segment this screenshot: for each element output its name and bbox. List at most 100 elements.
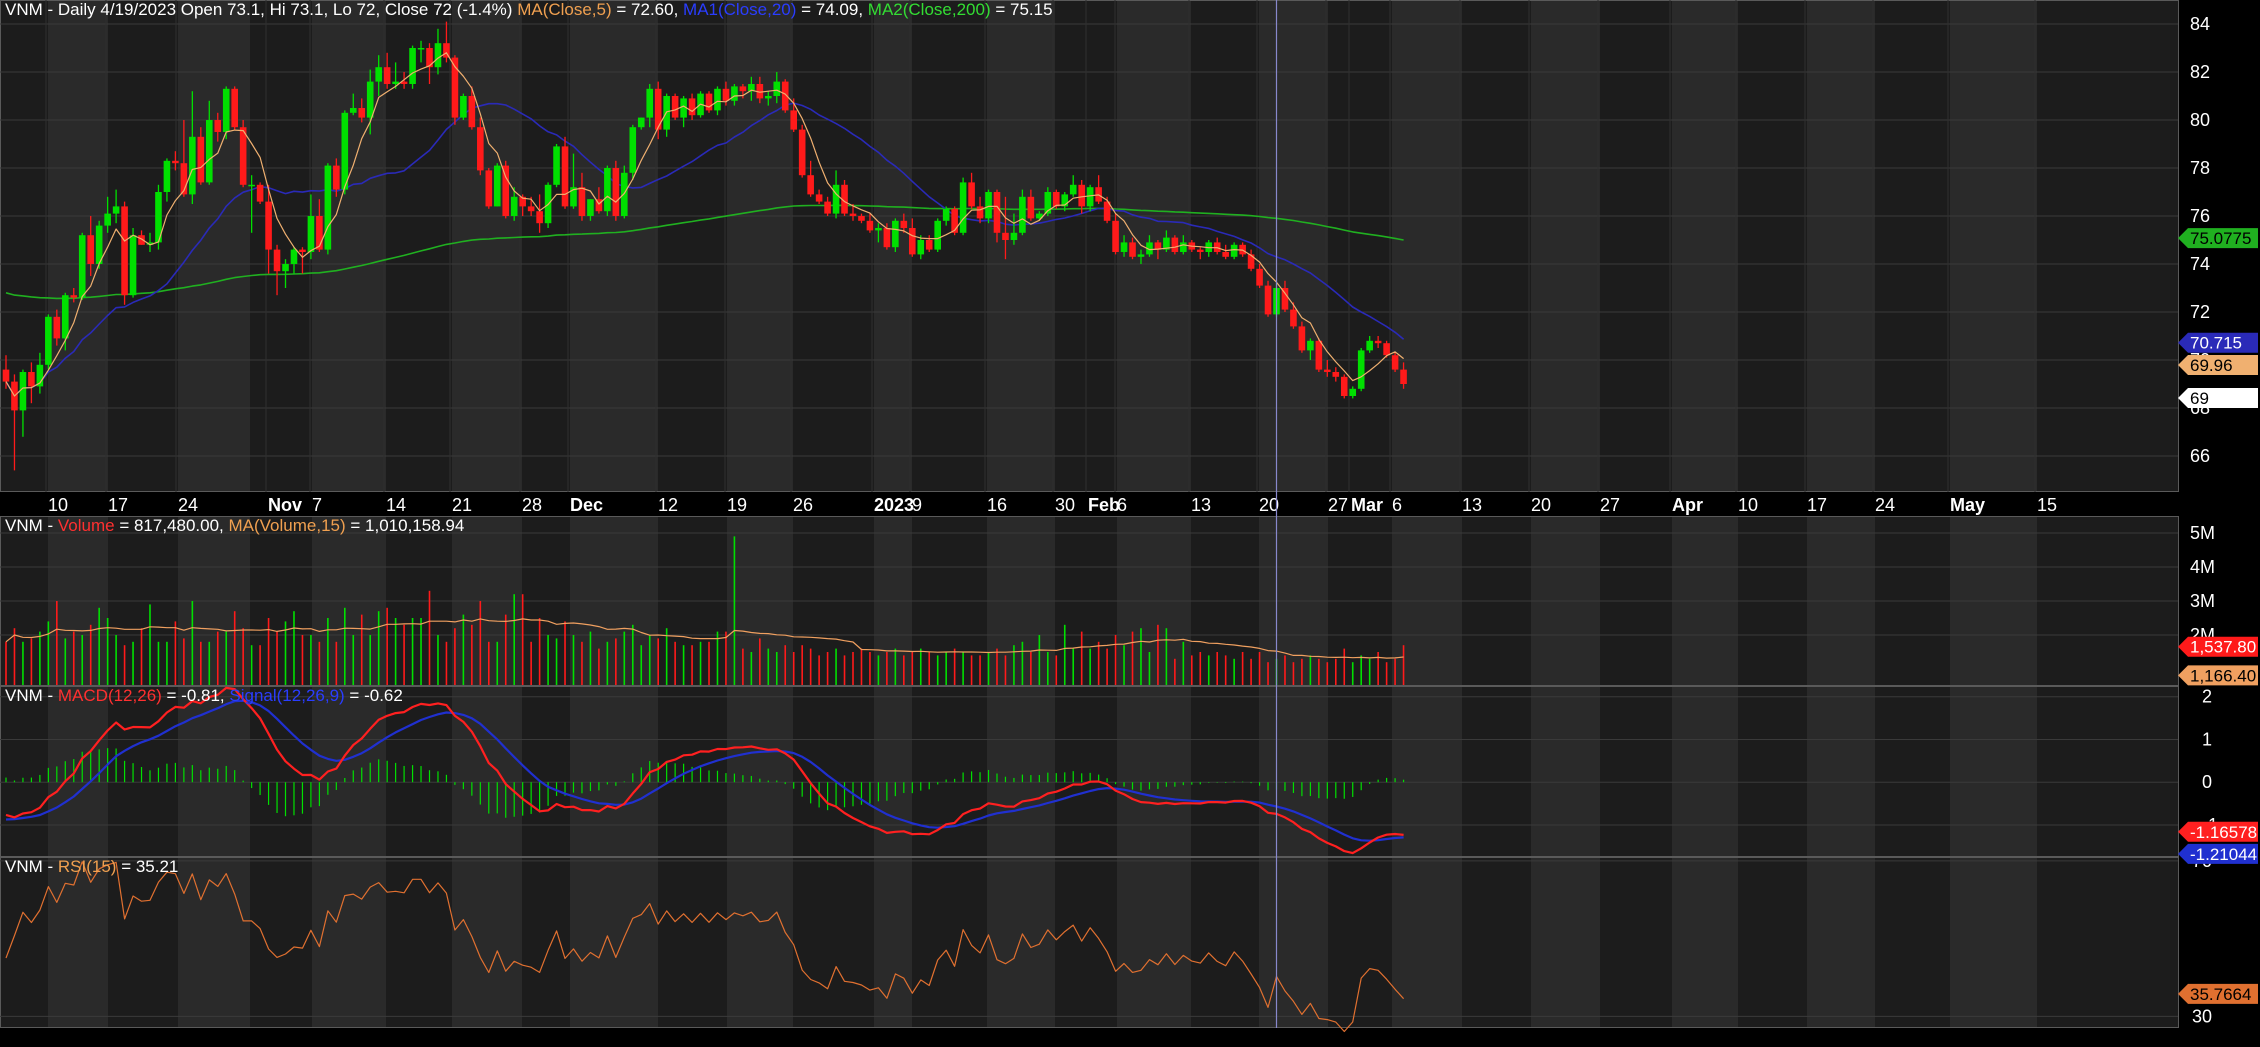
x-tick-label: Nov	[268, 495, 302, 515]
x-tick-label: Dec	[570, 495, 603, 515]
x-tick-label: Mar	[1351, 495, 1383, 515]
candle-body	[722, 88, 730, 101]
rsi-panel-band	[522, 857, 570, 1028]
candle-body	[587, 199, 594, 216]
candle-body	[993, 192, 1001, 233]
candle-body	[1383, 343, 1390, 356]
candle-body	[1264, 285, 1272, 315]
rsi-panel-band	[1807, 857, 1875, 1028]
candle-body	[858, 216, 865, 221]
candle-body	[1112, 220, 1119, 252]
candle-body	[951, 208, 958, 233]
candle-body	[53, 316, 61, 339]
signal-label: Signal(12,26,9)	[229, 686, 345, 705]
price-y-tick-label: 78	[2190, 158, 2210, 178]
candle-body	[553, 146, 560, 185]
signal-value: = -0.62	[344, 686, 403, 705]
candle-body	[290, 249, 298, 264]
price-y-tick-label: 84	[2190, 14, 2210, 34]
candle-body	[417, 48, 425, 50]
candle-body	[536, 211, 543, 224]
candle-body	[502, 165, 510, 216]
candle-body	[61, 295, 69, 339]
price-panel-band	[1738, 0, 1807, 492]
price-panel-band	[1875, 0, 1950, 492]
price-y-tick-label: 74	[2190, 254, 2210, 274]
candle-body	[231, 88, 238, 128]
x-tick-label: 20	[1531, 495, 1551, 515]
volume-value-tag: 1,537.80	[2190, 638, 2256, 657]
rsi-panel-band	[2037, 857, 2178, 1028]
candle-body	[197, 136, 205, 183]
price-panel-band	[1191, 0, 1259, 492]
candle-body	[1180, 242, 1187, 252]
candle-body	[1332, 372, 1340, 377]
candle-body	[222, 88, 230, 132]
x-tick-label: 17	[108, 495, 128, 515]
price-panel-band	[727, 0, 793, 492]
price-panel-band	[0, 0, 48, 492]
macd-value-tag: -1.16578	[2190, 823, 2257, 842]
price-panel-band	[1600, 0, 1672, 492]
candle-body	[2, 369, 10, 382]
rsi-panel-band	[312, 857, 386, 1028]
rsi-panel-band	[1672, 857, 1738, 1028]
close-value-tag: 69	[2190, 389, 2209, 408]
x-tick-label: Apr	[1672, 495, 1703, 515]
macd-y-tick-label: 2	[2202, 687, 2212, 707]
rsi-panel-band	[1875, 857, 1950, 1028]
candle-body	[1069, 184, 1077, 195]
candle-body	[172, 160, 179, 164]
rsi-label: RSI(15)	[57, 857, 117, 876]
candle-body	[1230, 244, 1238, 257]
price-panel-band	[1462, 0, 1531, 492]
signal-value-tag: -1.21044	[2190, 845, 2257, 864]
rsi-value-tag: 35.7664	[2190, 985, 2251, 1004]
candle-body	[248, 184, 255, 187]
price-panel-band	[250, 0, 312, 492]
candle-body	[1086, 187, 1094, 207]
macd-header-symbol: VNM	[5, 686, 43, 705]
ma20-value: = 74.09,	[796, 0, 868, 19]
macd-panel-header: VNM - MACD(12,26) = -0.81, Signal(12,26,…	[5, 686, 403, 706]
price-panel-header: VNM - Daily 4/19/2023 Open 73.1, Hi 73.1…	[5, 0, 1053, 20]
candle-body	[849, 213, 857, 216]
rsi-panel-band	[1950, 857, 2037, 1028]
x-tick-label: May	[1950, 495, 1985, 515]
macd-panel-band	[2037, 686, 2178, 857]
candle-body	[19, 372, 27, 411]
price-header-symbol: VNM	[5, 0, 43, 19]
x-tick-label: 15	[2037, 495, 2057, 515]
volume-y-tick-label: 5M	[2190, 523, 2215, 543]
candle-body	[443, 43, 450, 58]
candle-body	[1078, 184, 1085, 207]
price-panel-band	[658, 0, 727, 492]
price-y-tick-label: 82	[2190, 62, 2210, 82]
macd-panel-band	[727, 686, 793, 857]
macd-value: = -0.81,	[161, 686, 230, 705]
candle-body	[163, 160, 171, 192]
rsi-panel-band	[1191, 857, 1259, 1028]
macd-panel-band	[0, 686, 48, 857]
candle-body	[798, 129, 806, 176]
candle-body	[70, 295, 78, 298]
candle-body	[985, 192, 992, 219]
price-y-tick-label: 66	[2190, 446, 2210, 466]
macd-panel-band	[1875, 686, 1950, 857]
candle-body	[942, 208, 950, 221]
candle-body	[807, 175, 814, 195]
price-panel-band	[178, 0, 250, 492]
candle-body	[1290, 309, 1297, 327]
x-tick-label: 19	[727, 495, 747, 515]
candle-body	[383, 67, 391, 84]
candle-body	[78, 235, 86, 298]
macd-panel-band	[1672, 686, 1738, 857]
candle-body	[1002, 232, 1009, 240]
price-y-tick-label: 72	[2190, 302, 2210, 322]
volume-ma-value-tag: 1,166.40	[2190, 666, 2256, 685]
candle-body	[1256, 268, 1263, 286]
candle-body	[815, 194, 823, 202]
candle-body	[629, 127, 637, 173]
ma5-label: MA(Close,5)	[517, 0, 612, 19]
candle-body	[959, 182, 967, 233]
